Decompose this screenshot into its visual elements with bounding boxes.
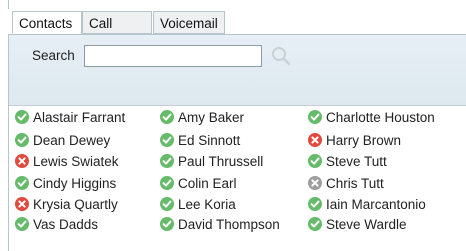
contact-name: Steve Wardle bbox=[326, 217, 407, 232]
contact-name: Chris Tutt bbox=[326, 176, 384, 191]
contact-name: Cindy Higgins bbox=[33, 176, 117, 191]
status-available-icon bbox=[160, 110, 174, 124]
status-busy-icon bbox=[15, 197, 29, 211]
contact-name: Ed Sinnott bbox=[178, 133, 241, 148]
contact-name: Paul Thrussell bbox=[178, 154, 264, 169]
contact-name: Krysia Quartly bbox=[33, 197, 118, 212]
status-available-icon bbox=[308, 217, 322, 231]
contact-name: Lee Koria bbox=[178, 197, 236, 212]
tab-contacts[interactable]: Contacts bbox=[12, 11, 82, 34]
status-available-icon bbox=[308, 197, 322, 211]
status-available-icon bbox=[15, 110, 29, 124]
status-available-icon bbox=[15, 133, 29, 147]
status-available-icon bbox=[308, 110, 322, 124]
status-busy-icon bbox=[308, 133, 322, 147]
contact-name: Dean Dewey bbox=[33, 133, 111, 148]
contact-name: Amy Baker bbox=[178, 110, 245, 125]
contact-name: David Thompson bbox=[178, 217, 280, 232]
status-busy-icon bbox=[15, 154, 29, 168]
status-available-icon bbox=[160, 176, 174, 190]
contact-name: Steve Tutt bbox=[326, 154, 387, 169]
status-available-icon bbox=[160, 197, 174, 211]
contact-name: Colin Earl bbox=[178, 176, 237, 191]
status-offline-icon bbox=[308, 176, 322, 190]
contact-name: Lewis Swiatek bbox=[33, 154, 119, 169]
contact-name: Vas Dadds bbox=[33, 217, 99, 232]
status-available-icon bbox=[160, 133, 174, 147]
status-available-icon bbox=[308, 154, 322, 168]
contact-name: Charlotte Houston bbox=[326, 110, 435, 125]
contact-list: Alastair Farrant Dean Dewey Lewis Swiatek C… bbox=[0, 0, 466, 251]
contact-name: Iain Marcantonio bbox=[326, 197, 426, 212]
status-available-icon bbox=[15, 176, 29, 190]
status-available-icon bbox=[15, 217, 29, 231]
status-available-icon bbox=[160, 217, 174, 231]
contact-name: Harry Brown bbox=[326, 133, 402, 148]
contact-name: Alastair Farrant bbox=[33, 110, 126, 125]
status-available-icon bbox=[160, 154, 174, 168]
